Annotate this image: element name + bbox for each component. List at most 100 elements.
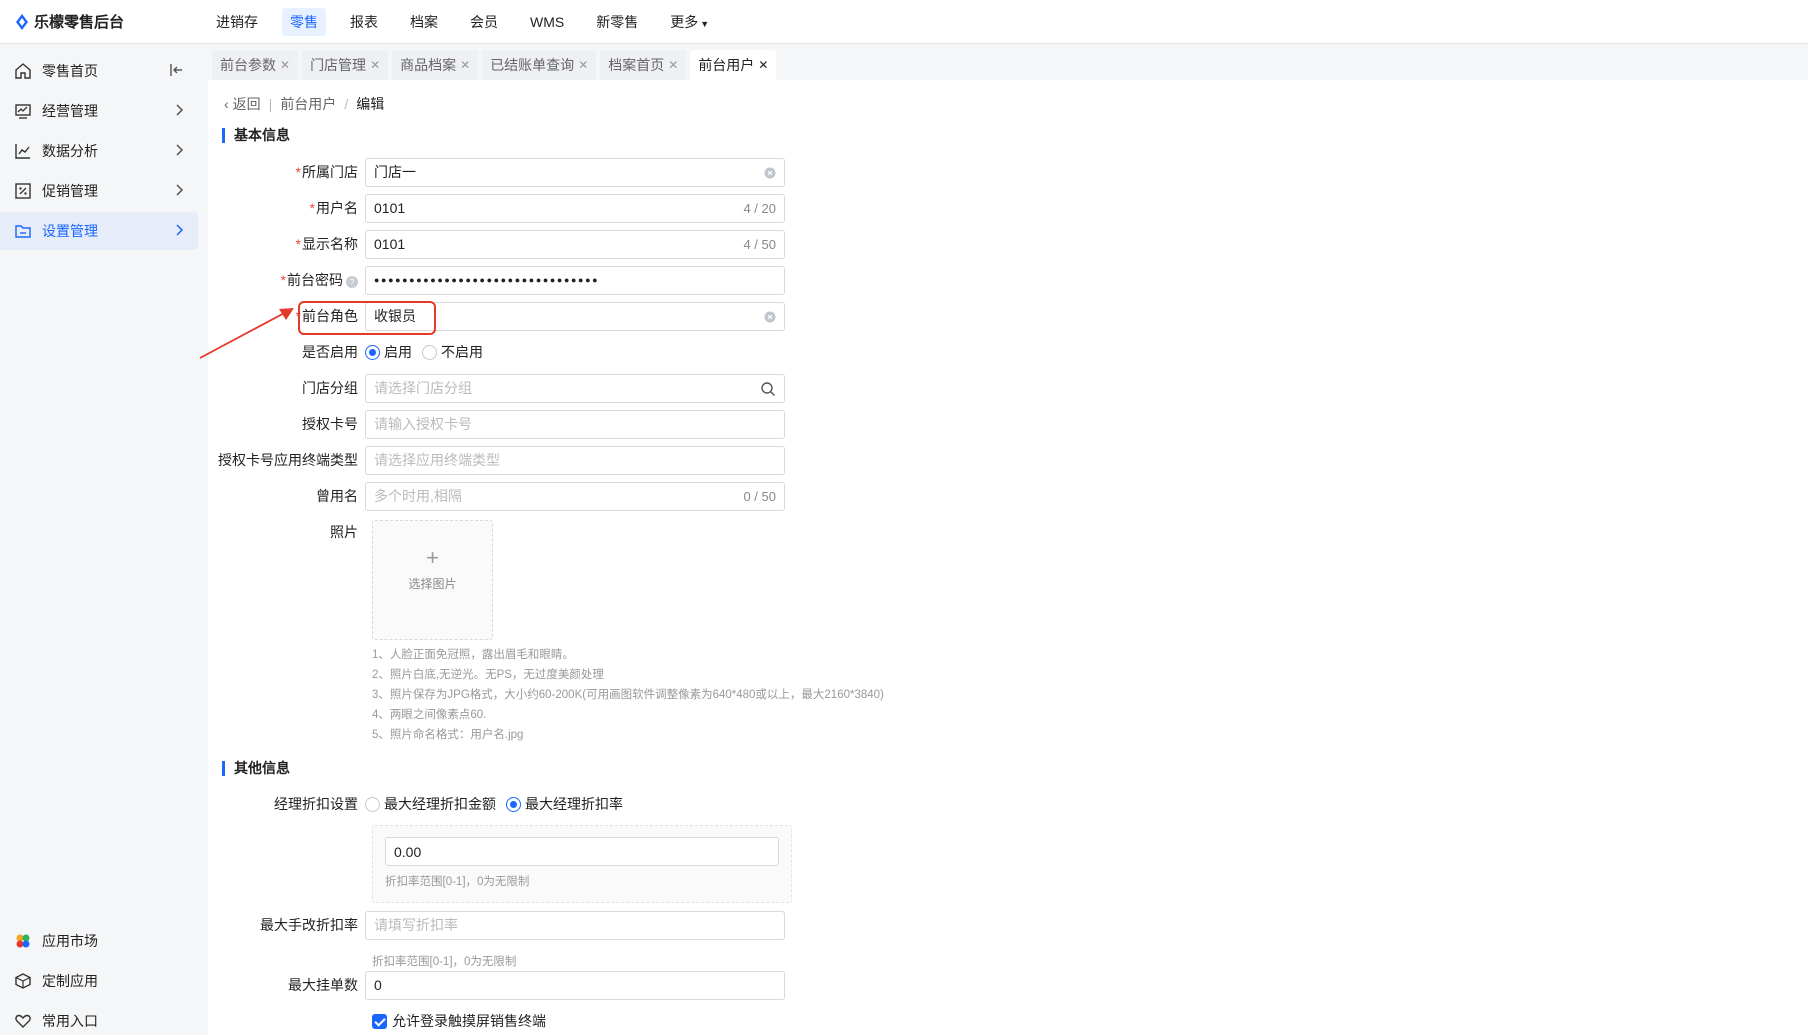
close-icon[interactable]: ✕ [668,58,678,72]
photo-hint-line: 4、两眼之间像素点60. [372,709,487,721]
clear-icon[interactable] [764,167,776,179]
discount-rate-field[interactable]: 0.00 [385,837,779,866]
alias-field[interactable]: 多个时用,相隔 0 / 50 [365,481,785,511]
photo-hint-line: 3、照片保存为JPG格式，大小约60-200K(可用画图软件调整像素为640*4… [372,689,884,701]
topnav-item-reports[interactable]: 报表 [342,8,386,36]
discount-rate-value: 0.00 [394,843,422,860]
folder-icon [14,222,32,240]
top-nav: 进销存 零售 报表 档案 会员 WMS 新零售 更多 ▼ [208,7,733,36]
tab-archive-home[interactable]: 档案首页 ✕ [600,50,687,80]
sidebar-item-label: 数据分析 [42,143,98,159]
upload-label: 选择图片 [408,577,457,591]
display-name-label: *显示名称 [295,236,358,252]
sidebar-item-favorites[interactable]: 常用入口 [0,1002,198,1035]
store-group-placeholder: 请选择门店分组 [374,380,472,396]
topnav-item-new-retail[interactable]: 新零售 [588,8,646,36]
form-row-auth-terminal: 授权卡号应用终端类型 请选择应用终端类型 [208,445,785,475]
sidebar-item-label: 常用入口 [42,1013,98,1029]
topnav-item-retail[interactable]: 零售 [282,7,326,36]
tab-label: 前台参数 [220,57,276,73]
username-field[interactable]: 0101 4 / 20 [365,193,785,223]
manager-discount-rate-radio[interactable]: 最大经理折扣率 [506,794,623,814]
tab-frontend-users[interactable]: 前台用户 ✕ [690,50,777,80]
sidebar: 零售首页 经营管理 数据分析 促销管理 设置管理 应用市场 定制应用 常用入口 [0,44,208,1035]
max-manual-discount-hint: 折扣率范围[0-1]，0为无限制 [372,956,517,968]
help-icon[interactable]: ? [346,276,358,288]
clear-icon[interactable] [764,311,776,323]
form-row-password: *前台密码? ●●●●●●●●●●●●●●●●●●●●●●●●●●●●●●●● [208,265,785,295]
photo-upload[interactable]: + 选择图片 [372,520,493,640]
role-select[interactable]: 收银员 [365,301,785,331]
tab-product-archive[interactable]: 商品档案 ✕ [392,50,479,80]
search-icon[interactable] [760,381,776,397]
sidebar-item-app-market[interactable]: 应用市场 [0,922,198,960]
back-link[interactable]: 返回 [233,94,261,114]
manager-discount-amount-radio[interactable]: 最大经理折扣金额 [365,794,496,814]
topnav-item-members[interactable]: 会员 [462,8,506,36]
display-name-field[interactable]: 0101 4 / 50 [365,229,785,259]
section-title-basic: 基本信息 [222,128,290,143]
sidebar-item-settings[interactable]: 设置管理 [0,212,198,250]
close-icon[interactable]: ✕ [280,58,290,72]
auth-terminal-label: 授权卡号应用终端类型 [218,452,358,468]
chevron-right-icon [176,224,184,236]
tab-label: 商品档案 [400,57,457,73]
discount-rate-hint: 折扣率范围[0-1]，0为无限制 [385,876,530,888]
app-logo[interactable]: 乐檬零售后台 [0,11,208,32]
topnav-item-more[interactable]: 更多 ▼ [662,8,717,36]
photo-hint-line: 2、照片白底,无逆光。无PS，无过度美颜处理 [372,669,604,681]
sidebar-item-promotions[interactable]: 促销管理 [0,172,198,210]
close-icon[interactable]: ✕ [370,58,380,72]
topnav-item-archives[interactable]: 档案 [402,8,446,36]
close-icon[interactable]: ✕ [758,58,768,72]
tab-frontend-params[interactable]: 前台参数 ✕ [212,50,299,80]
form-row-username: *用户名 0101 4 / 20 [208,193,785,223]
tab-label: 前台用户 [698,57,755,73]
auth-card-field[interactable]: 请输入授权卡号 [365,409,785,439]
close-icon[interactable]: ✕ [460,58,470,72]
store-group-select[interactable]: 请选择门店分组 [365,373,785,403]
sidebar-item-operations[interactable]: 经营管理 [0,92,198,130]
checkbox-checked-icon [372,1013,387,1029]
plus-icon: + [426,545,439,570]
max-pending-label: 最大挂单数 [288,977,358,993]
radio-checked-icon [506,796,521,812]
topnav-item-inventory[interactable]: 进销存 [208,8,266,36]
chevron-left-icon[interactable]: ‹ [224,96,229,112]
form-row-photo: 照片 [208,517,365,547]
photo-label: 照片 [330,524,358,540]
max-pending-value: 0 [374,977,382,993]
store-select[interactable]: 门店一 [365,157,785,187]
enabled-radio-off[interactable]: 不启用 [422,342,483,362]
username-value: 0101 [374,200,406,216]
tab-store-management[interactable]: 门店管理 ✕ [302,50,389,80]
breadcrumb-parent[interactable]: 前台用户 [280,94,336,114]
cube-icon [14,972,32,990]
close-icon[interactable]: ✕ [578,58,588,72]
max-pending-field[interactable]: 0 [365,970,785,1000]
tab-settled-bills[interactable]: 已结账单查询 ✕ [482,50,597,80]
chart-board-icon [14,102,32,120]
sidebar-item-retail-home[interactable]: 零售首页 [0,52,198,90]
sidebar-item-label: 零售首页 [42,63,98,79]
auth-card-label: 授权卡号 [302,416,358,432]
home-icon [14,62,32,80]
form-row-store-group: 门店分组 请选择门店分组 [208,373,785,403]
sidebar-item-label: 应用市场 [42,933,98,949]
allow-touch-terminal-checkbox[interactable]: 允许登录触摸屏销售终端 [372,1011,546,1031]
username-label: *用户名 [309,200,358,216]
max-manual-discount-field[interactable]: 请填写折扣率 [365,910,785,940]
topnav-item-wms[interactable]: WMS [522,8,572,36]
sidebar-item-data-analysis[interactable]: 数据分析 [0,132,198,170]
password-field[interactable]: ●●●●●●●●●●●●●●●●●●●●●●●●●●●●●●●● [365,265,785,295]
line-chart-icon [14,142,32,160]
form-row-enabled: 是否启用 启用 不启用 [208,337,493,367]
enabled-radio-on[interactable]: 启用 [365,342,412,362]
form-row-max-manual-discount: 最大手改折扣率 请填写折扣率 [208,910,785,940]
form-row-manager-discount: 经理折扣设置 最大经理折扣金额 最大经理折扣率 [208,789,633,819]
store-value: 门店一 [374,164,416,180]
auth-terminal-select[interactable]: 请选择应用终端类型 [365,445,785,475]
sidebar-item-custom-apps[interactable]: 定制应用 [0,962,198,1000]
enabled-label: 是否启用 [302,344,358,360]
store-label: *所属门店 [295,164,358,180]
